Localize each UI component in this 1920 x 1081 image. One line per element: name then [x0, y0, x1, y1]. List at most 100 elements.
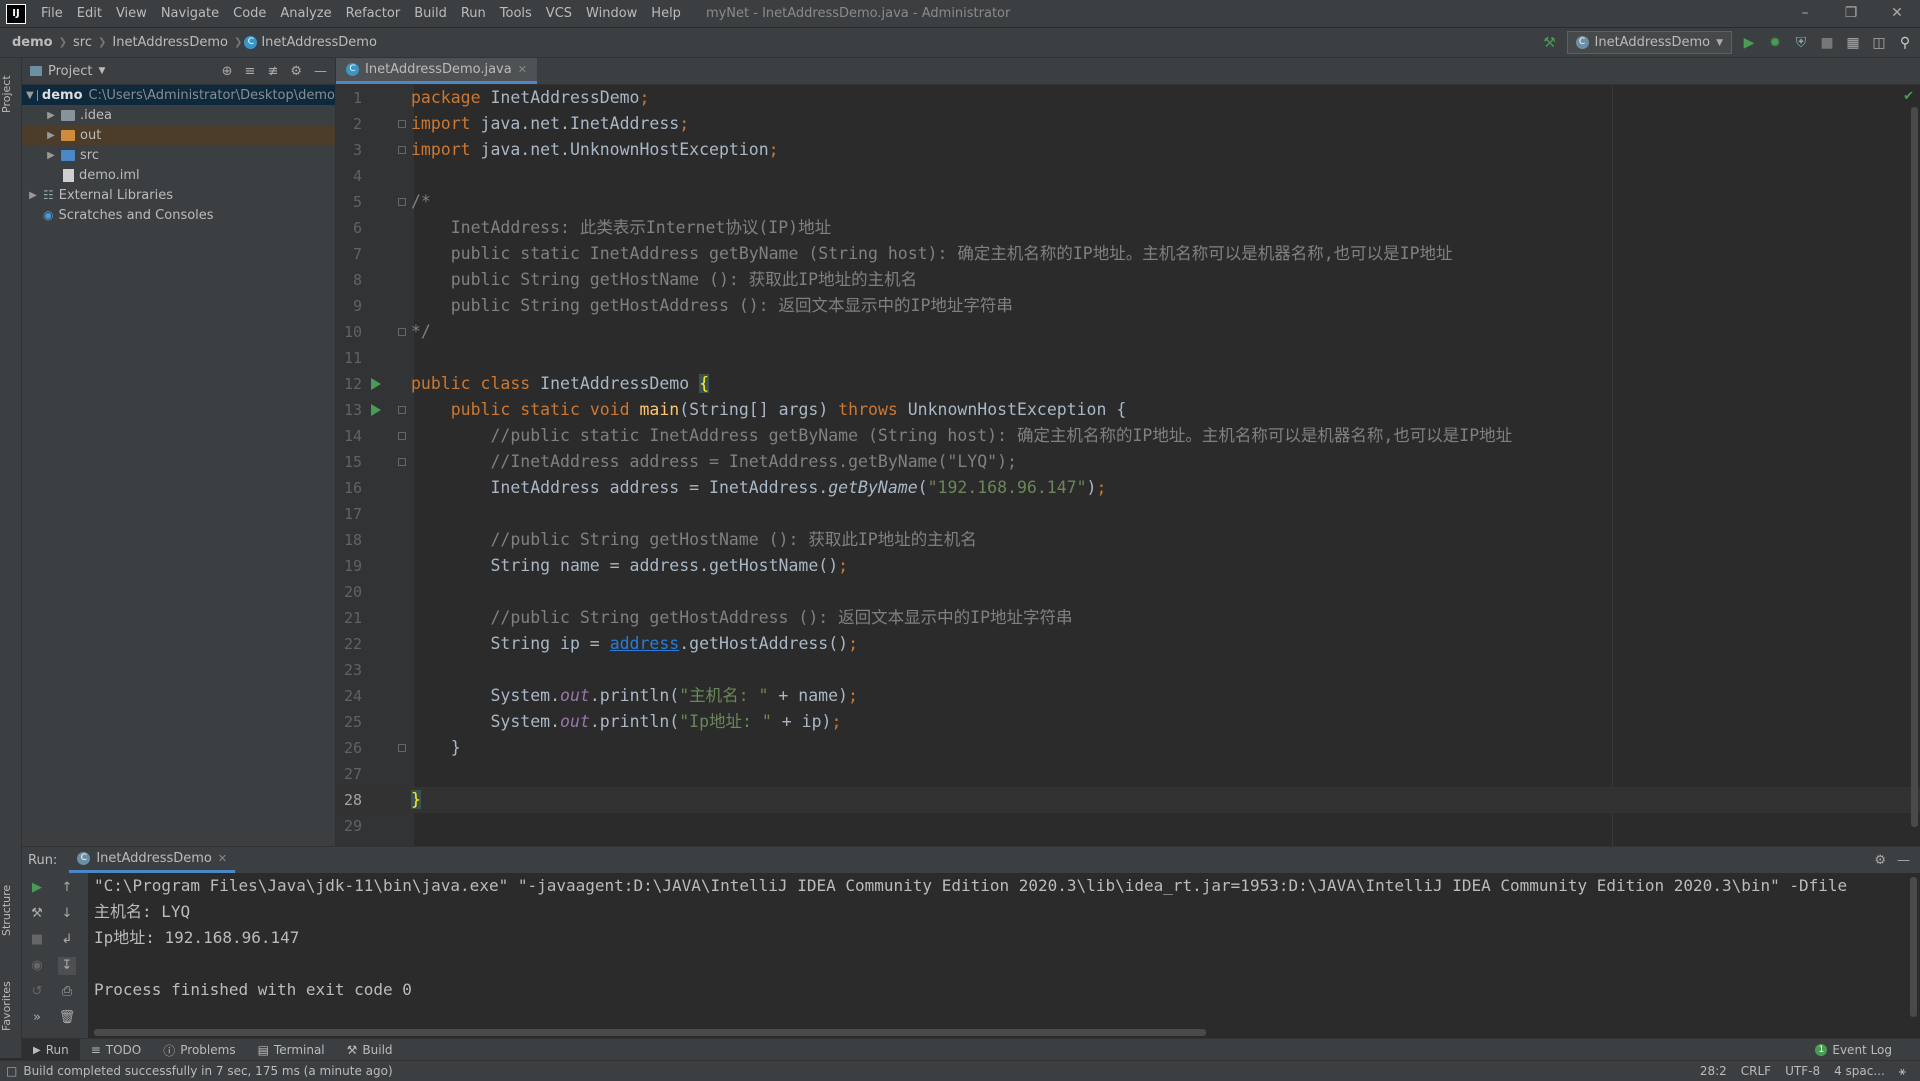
tree-item-out[interactable]: ▶ out [22, 125, 335, 145]
code-line[interactable]: 6 InetAddress: 此类表示Internet协议(IP)地址 [336, 215, 1920, 241]
exit-icon[interactable]: ↺ [28, 983, 46, 1001]
code-line[interactable]: 9 public String getHostAddress (): 返回文本显… [336, 293, 1920, 319]
fold-icon[interactable] [398, 406, 406, 414]
build-hammer-icon[interactable]: ⚒ [1541, 34, 1559, 52]
menu-analyze[interactable]: Analyze [273, 6, 338, 21]
more-icon[interactable]: » [28, 1009, 46, 1027]
menu-edit[interactable]: Edit [70, 6, 109, 21]
collapse-all-icon[interactable]: ≢ [267, 64, 278, 79]
code-line[interactable]: 15 //InetAddress address = InetAddress.g… [336, 449, 1920, 475]
fold-icon[interactable] [398, 120, 406, 128]
menu-navigate[interactable]: Navigate [154, 6, 226, 21]
line-separator[interactable]: CRLF [1741, 1064, 1771, 1079]
gear-icon[interactable]: ⚙ [290, 64, 302, 79]
code-line[interactable]: 11 [336, 345, 1920, 371]
menu-refactor[interactable]: Refactor [339, 6, 408, 21]
code-line[interactable]: 8 public String getHostName (): 获取此IP地址的… [336, 267, 1920, 293]
tree-item-external-libraries[interactable]: ▶ ☷ External Libraries [22, 185, 335, 205]
menu-file[interactable]: File [34, 6, 70, 21]
code-line[interactable]: 25 System.out.println("Ip地址: " + ip); [336, 709, 1920, 735]
arrow-down-icon[interactable]: ↓ [58, 905, 76, 923]
code-line[interactable]: 4 [336, 163, 1920, 189]
code-line[interactable]: 21 //public String getHostAddress (): 返回… [336, 605, 1920, 631]
locate-icon[interactable]: ⊕ [222, 64, 233, 79]
run-tab-inetaddressdemo[interactable]: C InetAddressDemo ✕ [69, 847, 235, 873]
project-panel-title[interactable]: Project [48, 64, 92, 79]
chevron-down-icon[interactable]: ▼ [98, 66, 105, 76]
print-icon[interactable]: ⎙ [58, 983, 76, 1001]
close-icon[interactable]: ✕ [1874, 0, 1920, 27]
minimize-icon[interactable]: – [1782, 0, 1828, 27]
code-line[interactable]: 23 [336, 657, 1920, 683]
code-line[interactable]: 14 //public static InetAddress getByName… [336, 423, 1920, 449]
trash-icon[interactable]: 🗑 [58, 1009, 76, 1027]
code-line[interactable]: 18 //public String getHostName (): 获取此IP… [336, 527, 1920, 553]
code-line[interactable]: 13 public static void main(String[] args… [336, 397, 1920, 423]
project-structure-icon[interactable]: ▦ [1844, 34, 1862, 52]
chevron-right-icon[interactable]: ▶ [44, 150, 58, 161]
search-icon[interactable]: ⚲ [1896, 34, 1914, 52]
tree-item-src[interactable]: ▶ src [22, 145, 335, 165]
close-tab-icon[interactable]: ✕ [518, 63, 527, 76]
code-token[interactable]: address [610, 634, 680, 653]
code-line[interactable]: 10*/ [336, 319, 1920, 345]
expand-all-icon[interactable]: ≡ [245, 64, 256, 79]
menu-tools[interactable]: Tools [493, 6, 539, 21]
code-line[interactable]: 12public class InetAddressDemo { [336, 371, 1920, 397]
toggle-tool-windows-icon[interactable]: □ [6, 1064, 17, 1078]
menu-code[interactable]: Code [226, 6, 273, 21]
code-line[interactable]: 17 [336, 501, 1920, 527]
fold-icon[interactable] [398, 744, 406, 752]
menu-run[interactable]: Run [454, 6, 493, 21]
restore-icon[interactable]: ❐ [1828, 0, 1874, 27]
tool-tab-todo[interactable]: ≡ TODO [80, 1039, 153, 1061]
code-line[interactable]: 26 } [336, 735, 1920, 761]
chevron-right-icon[interactable]: ▶ [26, 190, 40, 201]
run-icon[interactable]: ▶ [1740, 34, 1758, 52]
indent-setting[interactable]: 4 spac... [1834, 1064, 1885, 1079]
breadcrumb-project[interactable]: demo [8, 35, 57, 50]
code-line[interactable]: 5/* [336, 189, 1920, 215]
code-line[interactable]: 29 [336, 813, 1920, 839]
breadcrumb-class[interactable]: InetAddressDemo [257, 35, 381, 50]
tool-tab-problems[interactable]: ⓘ Problems [152, 1039, 246, 1061]
close-tab-icon[interactable]: ✕ [218, 852, 227, 865]
code-line[interactable]: 7 public static InetAddress getByName (S… [336, 241, 1920, 267]
menu-vcs[interactable]: VCS [539, 6, 579, 21]
console-vertical-scrollbar[interactable] [1910, 877, 1917, 1017]
code-line[interactable]: 16 InetAddress address = InetAddress.get… [336, 475, 1920, 501]
hide-icon[interactable]: — [1897, 853, 1910, 868]
structure-tool-tab[interactable]: Structure [0, 870, 21, 950]
run-gutter-icon[interactable] [371, 378, 381, 390]
editor-vertical-scrollbar[interactable] [1911, 107, 1918, 827]
code-line[interactable]: 27 [336, 761, 1920, 787]
caret-position[interactable]: 28:2 [1700, 1064, 1727, 1079]
debug-icon[interactable]: ✹ [1766, 34, 1784, 52]
breadcrumb-src[interactable]: src [69, 35, 96, 50]
menu-build[interactable]: Build [407, 6, 454, 21]
menu-help[interactable]: Help [644, 6, 688, 21]
tree-item-scratches[interactable]: ◉ Scratches and Consoles [22, 205, 335, 225]
gear-icon[interactable]: ⚙ [1874, 853, 1886, 868]
tool-tab-terminal[interactable]: ▤ Terminal [247, 1039, 336, 1061]
fold-icon[interactable] [398, 328, 406, 336]
chevron-down-icon[interactable]: ▼ [26, 90, 34, 101]
editor-tab-inetaddressdemo[interactable]: C InetAddressDemo.java ✕ [336, 58, 537, 84]
file-encoding[interactable]: UTF-8 [1785, 1064, 1820, 1079]
code-editor[interactable]: 1package InetAddressDemo;2import java.ne… [336, 85, 1920, 846]
run-gutter-icon[interactable] [371, 404, 381, 416]
tree-item-demo-iml[interactable]: demo.iml [22, 165, 335, 185]
layout-icon[interactable]: ◫ [1870, 34, 1888, 52]
event-log-button[interactable]: 1 Event Log [1815, 1043, 1920, 1057]
favorites-tool-tab[interactable]: Favorites [0, 966, 21, 1046]
tree-item-demo[interactable]: ▼ demo C:\Users\Administrator\Desktop\de… [22, 85, 335, 105]
code-line[interactable]: 2import java.net.InetAddress; [336, 111, 1920, 137]
rerun-icon[interactable]: ▶ [28, 879, 46, 897]
scroll-to-end-icon[interactable]: ↧ [58, 957, 76, 975]
hide-icon[interactable]: — [314, 64, 327, 79]
project-tool-tab[interactable]: Project [0, 64, 21, 124]
run-configuration-select[interactable]: C InetAddressDemo ▼ [1567, 31, 1733, 54]
soft-wrap-icon[interactable]: ↲ [58, 931, 76, 949]
breadcrumb-package[interactable]: InetAddressDemo [108, 35, 232, 50]
chevron-right-icon[interactable]: ▶ [44, 110, 58, 121]
